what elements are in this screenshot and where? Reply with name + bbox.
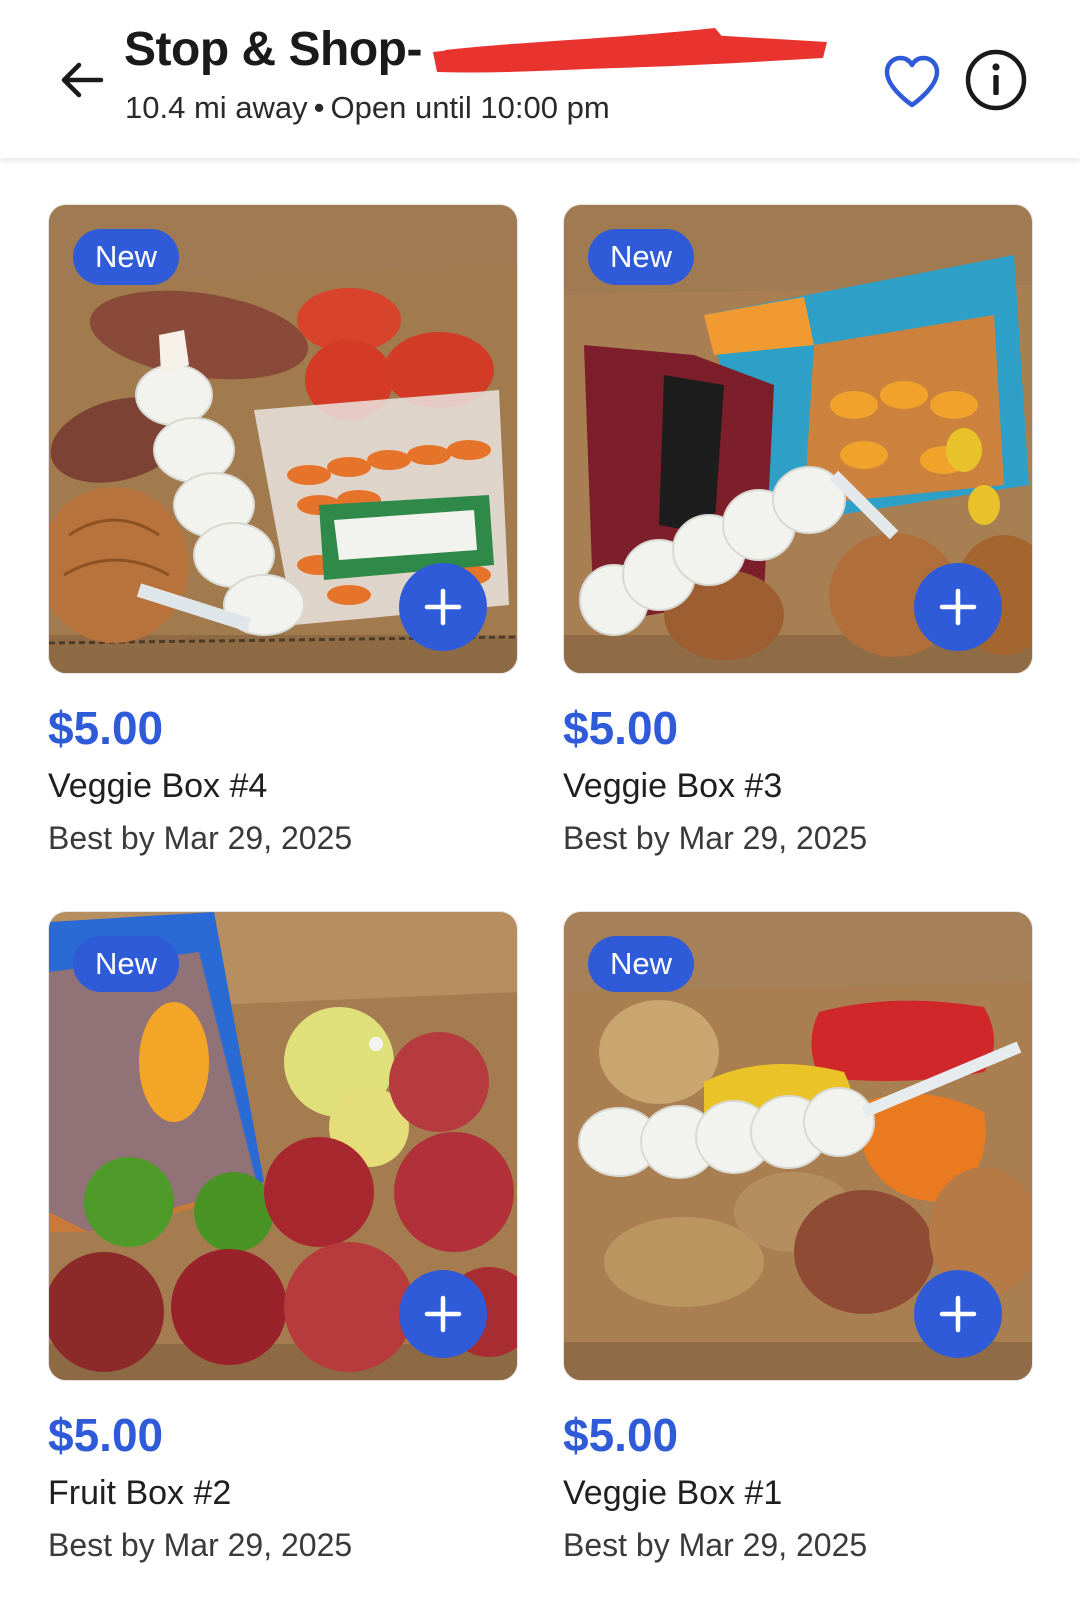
product-card[interactable]: New $5.00 Veggie Box #3 Best by Mar 29, … <box>563 204 1033 856</box>
product-name: Veggie Box #1 <box>563 1474 783 1512</box>
new-badge: New <box>73 229 180 285</box>
product-image[interactable]: New <box>563 911 1033 1381</box>
add-to-cart-button[interactable] <box>914 563 1002 651</box>
favorite-button[interactable] <box>880 50 944 114</box>
new-badge: New <box>73 936 180 992</box>
product-card[interactable]: New $5.00 Veggie Box #4 Best by Mar 29, … <box>48 204 518 856</box>
product-price: $5.00 <box>48 1409 164 1461</box>
add-to-cart-button[interactable] <box>399 1270 487 1358</box>
new-badge: New <box>588 936 695 992</box>
best-by-date: Best by Mar 29, 2025 <box>563 820 868 856</box>
store-title: Stop & Shop- <box>124 23 422 76</box>
info-circle-icon <box>965 49 1027 111</box>
add-to-cart-button[interactable] <box>399 563 487 651</box>
best-by-date: Best by Mar 29, 2025 <box>48 1527 353 1563</box>
store-hours: Open until 10:00 pm <box>330 90 610 125</box>
info-button[interactable] <box>962 46 1030 114</box>
separator-dot: • <box>313 90 325 125</box>
product-image[interactable]: New <box>48 204 518 674</box>
product-name: Veggie Box #3 <box>563 767 783 805</box>
plus-icon <box>939 588 977 626</box>
product-card[interactable]: New $5.00 Veggie Box #1 Best by Mar 29, … <box>563 911 1033 1563</box>
store-subtitle: 10.4 mi away • Open until 10:00 pm <box>125 90 610 126</box>
product-image[interactable]: New <box>48 911 518 1381</box>
back-button[interactable] <box>52 50 112 110</box>
best-by-date: Best by Mar 29, 2025 <box>563 1527 868 1563</box>
product-image[interactable]: New <box>563 204 1033 674</box>
best-by-date: Best by Mar 29, 2025 <box>48 820 353 856</box>
plus-icon <box>939 1295 977 1333</box>
product-price: $5.00 <box>48 702 164 754</box>
redaction-mark <box>433 28 827 73</box>
product-card[interactable]: New $5.00 Fruit Box #2 Best by Mar 29, 2… <box>48 911 518 1563</box>
plus-icon <box>424 1295 462 1333</box>
product-name: Veggie Box #4 <box>48 767 268 805</box>
new-badge: New <box>588 229 695 285</box>
product-price: $5.00 <box>563 1409 679 1461</box>
product-name: Fruit Box #2 <box>48 1474 232 1512</box>
store-distance: 10.4 mi away <box>125 90 308 125</box>
store-header: Stop & Shop- 10.4 mi away • Open until 10:… <box>0 0 1080 158</box>
plus-icon <box>424 588 462 626</box>
heart-outline-icon <box>884 55 940 108</box>
arrow-left-icon <box>61 62 104 98</box>
add-to-cart-button[interactable] <box>914 1270 1002 1358</box>
product-price: $5.00 <box>563 702 679 754</box>
